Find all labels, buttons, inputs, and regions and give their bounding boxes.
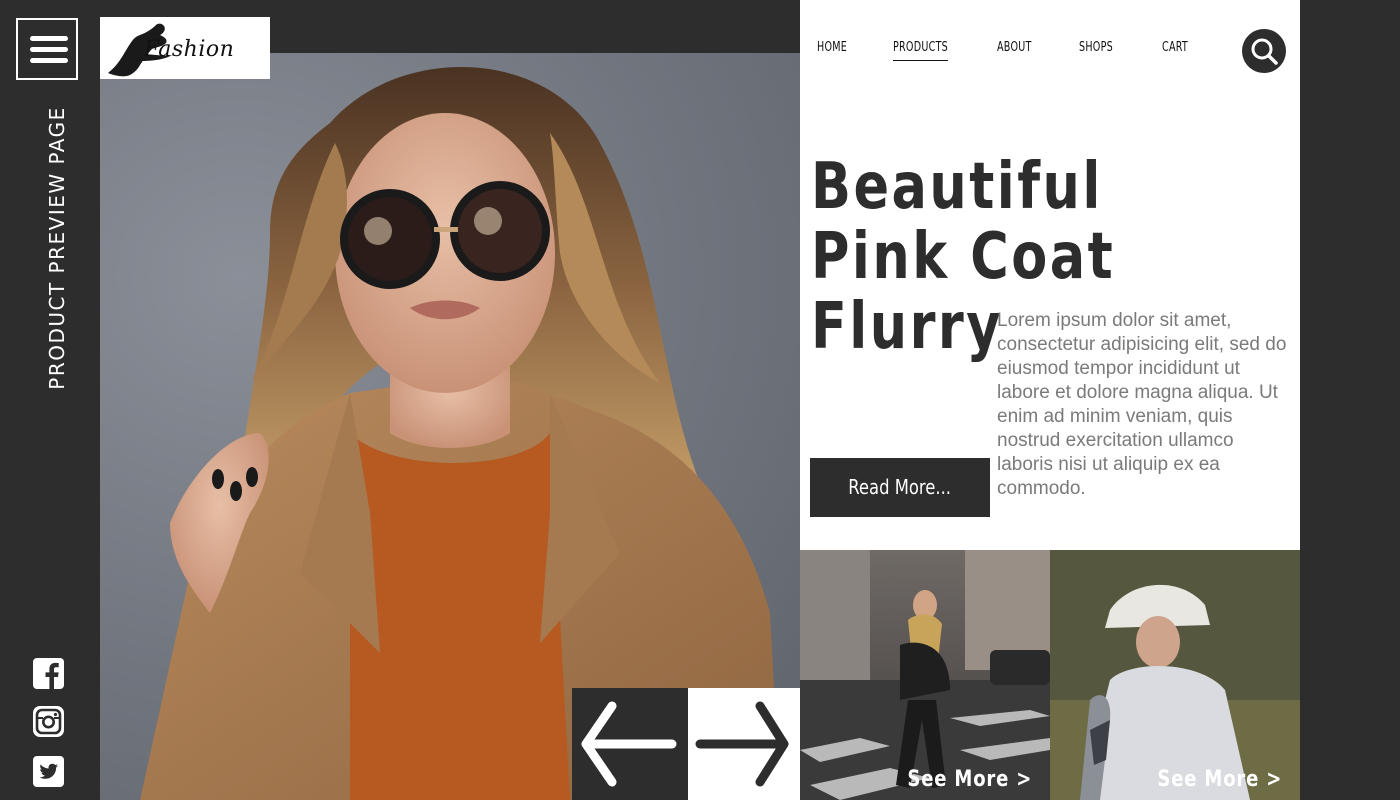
nav-shops[interactable]: SHOPS [1079, 40, 1113, 55]
product-thumbnail[interactable]: See More > [1050, 550, 1300, 800]
title-line: Beautiful [811, 150, 1103, 224]
twitter-icon[interactable] [33, 756, 64, 787]
nav-cart[interactable]: CART [1162, 40, 1188, 55]
left-sidebar: PRODUCT PREVIEW PAGE [0, 0, 100, 800]
carousel-next-button[interactable] [688, 688, 800, 800]
hero-photo [100, 53, 800, 800]
see-more-link[interactable]: See More > [1157, 767, 1282, 792]
read-more-label: Read More... [848, 475, 952, 499]
nav-products[interactable]: PRODUCTS [893, 40, 949, 61]
search-icon [1251, 38, 1278, 65]
hamburger-menu-button[interactable] [16, 18, 78, 80]
outdoor-photo [1050, 550, 1300, 800]
search-button[interactable] [1242, 29, 1286, 73]
arrow-right-icon [695, 701, 789, 787]
facebook-icon[interactable] [33, 658, 64, 689]
menu-bar [30, 47, 68, 52]
carousel-prev-button[interactable] [572, 688, 688, 800]
product-panel: HOME PRODUCTS ABOUT SHOPS CART Beautiful… [800, 0, 1300, 550]
read-more-button[interactable]: Read More... [810, 458, 990, 517]
brand-logo[interactable]: Fashion [100, 17, 270, 79]
street-photo [800, 550, 1050, 800]
page-label: PRODUCT PREVIEW PAGE [45, 106, 69, 390]
menu-bar [30, 36, 68, 41]
nav-home[interactable]: HOME [817, 40, 847, 55]
product-description: Lorem ipsum dolor sit amet, consectetur … [997, 310, 1287, 499]
right-margin [1300, 0, 1400, 800]
see-more-link[interactable]: See More > [907, 767, 1032, 792]
main-nav: HOME PRODUCTS ABOUT SHOPS CART [800, 0, 1300, 100]
logo-wordmark: Fashion [144, 37, 235, 62]
nav-about[interactable]: ABOUT [997, 40, 1032, 55]
product-thumbnail[interactable]: See More > [800, 550, 1050, 800]
instagram-icon[interactable] [33, 706, 64, 737]
title-line: Pink Coat [811, 220, 1116, 294]
arrow-left-icon [581, 701, 677, 787]
menu-bar [30, 58, 68, 63]
